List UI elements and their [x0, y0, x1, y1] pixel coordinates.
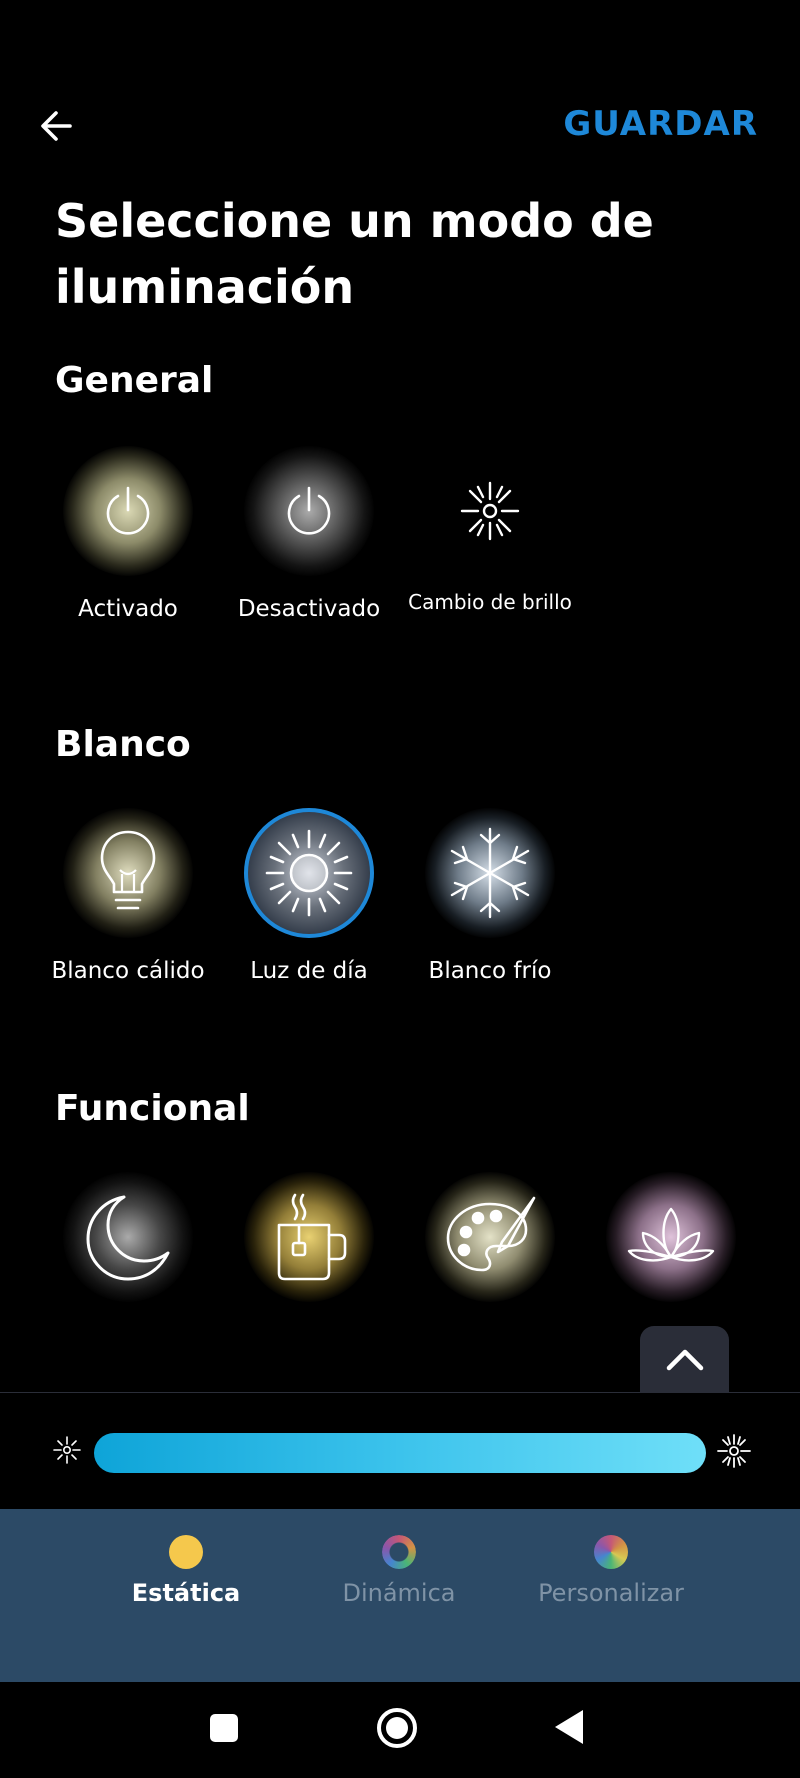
mode-relax[interactable]: [581, 1172, 761, 1302]
mode-blanco-calido-glow: [63, 808, 193, 938]
tab-dinamica[interactable]: Dinámica: [299, 1535, 499, 1607]
mode-noche-glow: [63, 1172, 193, 1302]
dynamic-ring-icon: [382, 1535, 416, 1569]
mode-luz-de-dia[interactable]: Luz de día: [219, 808, 399, 984]
power-icon: [287, 486, 331, 535]
power-icon: [106, 486, 150, 535]
mode-label: Desactivado: [237, 596, 381, 622]
tab-personalizar[interactable]: Personalizar: [511, 1535, 711, 1607]
back-button[interactable]: [36, 106, 76, 146]
lotus-icon: [627, 1207, 715, 1262]
tab-label: Personalizar: [538, 1579, 684, 1607]
brightness-icon: [460, 481, 520, 541]
save-button[interactable]: GUARDAR: [563, 104, 758, 144]
brightness-bar: [0, 1393, 800, 1509]
brightness-slider[interactable]: [94, 1433, 706, 1473]
moon-icon: [86, 1195, 170, 1281]
section-title-funcional: Funcional: [55, 1088, 250, 1129]
tab-label: Dinámica: [342, 1579, 456, 1607]
triangle-back-icon: [555, 1710, 583, 1744]
tab-estatica[interactable]: Estática: [86, 1535, 286, 1607]
section-title-blanco: Blanco: [55, 724, 191, 765]
home-circle-icon: [377, 1708, 417, 1748]
mode-te-glow: [244, 1172, 374, 1302]
mode-te[interactable]: [219, 1172, 399, 1302]
mode-blanco-frio[interactable]: Blanco frío: [400, 808, 580, 984]
mode-arte-glow: [425, 1172, 555, 1302]
mode-activado-glow: [63, 446, 193, 576]
arrow-left-icon: [41, 111, 72, 141]
tea-cup-icon: [277, 1193, 347, 1281]
mode-desactivado[interactable]: Desactivado: [219, 446, 399, 622]
section-title-general: General: [55, 360, 214, 401]
mode-label: Blanco cálido: [51, 958, 205, 984]
mode-activado[interactable]: Activado: [38, 446, 218, 622]
mode-desactivado-glow: [244, 446, 374, 576]
mode-tab-bar: Estática Dinámica Personalizar: [0, 1509, 800, 1682]
page-title: Seleccione un modo de iluminación: [55, 194, 654, 314]
mode-blanco-calido[interactable]: Blanco cálido: [38, 808, 218, 984]
system-navigation-bar: [0, 1682, 800, 1778]
bulb-icon: [100, 830, 156, 910]
mode-label: Blanco frío: [428, 958, 552, 984]
mode-cambio-glow: [425, 446, 555, 576]
color-wheel-icon: [594, 1535, 628, 1569]
brightness-low-icon: [53, 1436, 81, 1464]
sun-icon: [265, 829, 353, 917]
chevron-up-icon: [666, 1349, 703, 1371]
snowflake-icon: [450, 827, 530, 919]
scroll-top-button[interactable]: [640, 1326, 729, 1392]
mode-luz-de-dia-glow-selected: [244, 808, 374, 938]
mode-label: Cambio de brillo: [408, 590, 572, 614]
back-nav-button[interactable]: [553, 1708, 585, 1750]
mode-label: Luz de día: [250, 958, 368, 984]
mode-label: Activado: [78, 596, 178, 622]
palette-icon: [446, 1196, 536, 1272]
home-button[interactable]: [375, 1706, 419, 1754]
tab-label: Estática: [131, 1579, 241, 1607]
mode-cambio-de-brillo[interactable]: Cambio de brillo: [400, 446, 580, 614]
static-color-dot-icon: [169, 1535, 203, 1569]
square-icon: [210, 1714, 238, 1742]
mode-noche[interactable]: [38, 1172, 218, 1302]
recents-button[interactable]: [208, 1712, 240, 1748]
mode-arte[interactable]: [400, 1172, 580, 1302]
top-bar: GUARDAR: [0, 90, 800, 160]
brightness-high-icon: [717, 1434, 751, 1468]
mode-blanco-frio-glow: [425, 808, 555, 938]
mode-relax-glow: [606, 1172, 736, 1302]
